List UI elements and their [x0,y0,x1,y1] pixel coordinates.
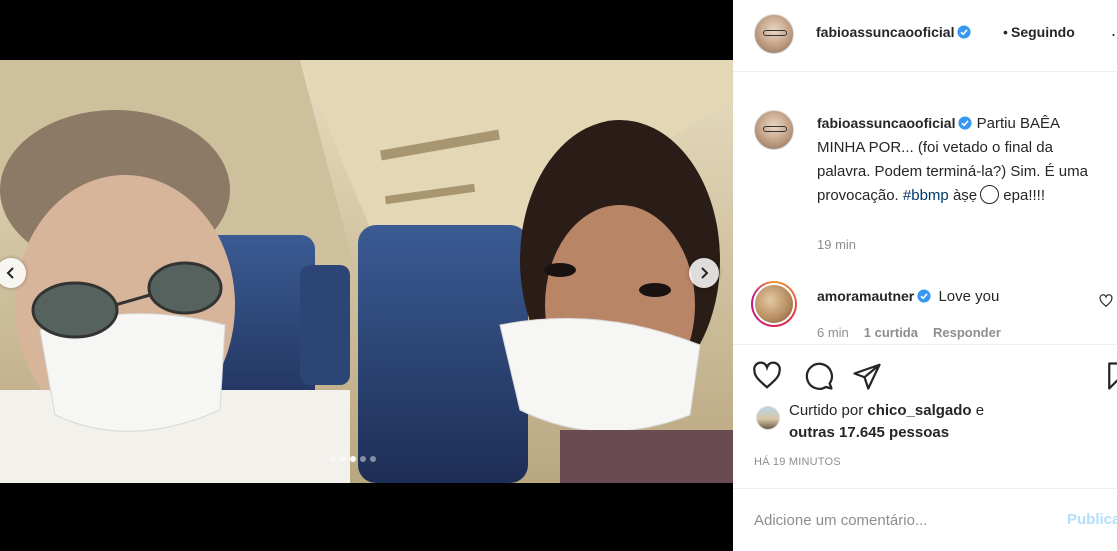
post-timestamp[interactable]: HÁ 19 MINUTOS [754,456,841,468]
likes-others-link[interactable]: outras 17.645 pessoas [789,424,949,441]
liker-avatar[interactable] [756,406,780,430]
comment-likes-count[interactable]: 1 curtida [864,325,918,340]
chevron-left-icon [6,267,14,279]
carousel-dot-active [350,456,356,462]
caption-text-after: àṣẹ [952,187,978,204]
carousel-dot [370,456,376,462]
header-separator: • [1003,24,1008,40]
comments-section: fabioassuncaooficial Partiu BAÊA MINHA P… [733,72,1117,344]
following-button[interactable]: Seguindo [1011,24,1075,40]
publish-comment-button[interactable]: Publicar [1067,511,1117,528]
caption-timestamp[interactable]: 19 min [817,237,856,252]
carousel-indicator [330,456,376,462]
caption-hashtag-link[interactable]: #bbmp [903,187,949,204]
caption-username[interactable]: fabioassuncaooficial [817,115,955,131]
verified-badge-icon [957,25,972,39]
carousel-dot [330,456,336,462]
commenter-username[interactable]: amoramautner [817,288,914,304]
likes-prefix: Curtido por [789,402,864,419]
comment-meta: 6 min 1 curtida Responder [817,325,1001,340]
chevron-right-icon [701,267,709,279]
heart-icon[interactable] [752,361,782,391]
caption-author-avatar[interactable] [754,110,794,150]
photo-illustration [0,60,733,483]
comment-row: amoramautner Love you [817,288,999,305]
verified-badge-icon [958,116,973,130]
commenter-avatar[interactable] [751,281,797,327]
add-comment-bar: Publicar [733,488,1117,551]
post-actions [733,344,1117,404]
post-caption: fabioassuncaooficial Partiu BAÊA MINHA P… [817,111,1107,208]
paper-plane-icon[interactable] [852,361,882,391]
carousel-next-button[interactable] [689,258,719,288]
post-side-panel: fabioassuncaooficial • Seguindo ... fabi… [733,0,1117,551]
comment-reply-button[interactable]: Responder [933,325,1001,340]
caption-tail: epa!!!! [1003,187,1045,204]
circle-emoji-icon [980,185,1000,204]
author-avatar[interactable] [754,14,794,54]
comment-bubble-icon[interactable] [804,361,834,391]
comment-timestamp[interactable]: 6 min [817,325,849,340]
post-header: fabioassuncaooficial • Seguindo ... [733,0,1117,72]
verified-badge-icon [917,289,931,303]
liker-username[interactable]: chico_salgado [867,402,971,419]
more-options-icon[interactable]: ... [1111,20,1117,41]
carousel-dot [340,456,346,462]
comment-like-heart-icon[interactable] [1099,294,1113,308]
likes-conj: e [975,402,985,419]
bookmark-icon[interactable] [1103,361,1117,391]
post-media [0,0,733,551]
likes-summary: Curtido por chico_salgado e outras 17.64… [753,400,1113,444]
author-username[interactable]: fabioassuncaooficial [816,24,972,40]
comment-input[interactable] [754,510,1054,530]
author-username-text[interactable]: fabioassuncaooficial [816,24,954,40]
post-photo[interactable] [0,60,733,483]
comment-text: Love you [938,288,1000,305]
carousel-dot [360,456,366,462]
